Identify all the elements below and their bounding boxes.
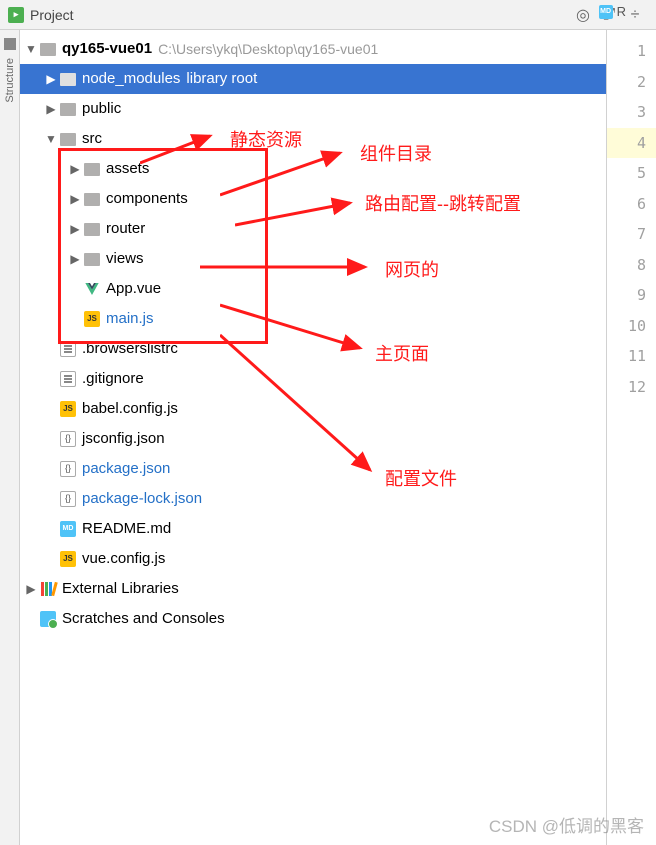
json-icon: {} xyxy=(60,491,76,507)
tree-label: Scratches and Consoles xyxy=(62,608,225,631)
tree-label: .gitignore xyxy=(82,368,144,391)
editor-tab[interactable]: MD R xyxy=(599,4,626,19)
tree-label: babel.config.js xyxy=(82,398,178,421)
tree-external-libraries[interactable]: ▶ External Libraries xyxy=(20,574,606,604)
rail-marker-icon xyxy=(4,38,16,50)
line-number: 1 xyxy=(607,36,656,67)
tree-label: README.md xyxy=(82,518,171,541)
line-number: 9 xyxy=(607,280,656,311)
tree-label: External Libraries xyxy=(62,578,179,601)
json-icon: {} xyxy=(60,461,76,477)
tree-file-vue-config[interactable]: JS vue.config.js xyxy=(20,544,606,574)
tree-label: views xyxy=(106,248,144,271)
vue-icon xyxy=(84,281,100,297)
chevron-right-icon[interactable]: ▶ xyxy=(68,220,82,238)
line-number: 5 xyxy=(607,158,656,189)
folder-icon xyxy=(84,193,100,206)
text-file-icon xyxy=(60,371,76,387)
folder-icon xyxy=(60,133,76,146)
line-number: 6 xyxy=(607,189,656,220)
folder-icon xyxy=(60,73,76,86)
chevron-right-icon[interactable]: ▶ xyxy=(44,70,58,88)
left-rail: Structure xyxy=(0,30,20,845)
scratch-icon xyxy=(40,611,56,627)
tree-label: vue.config.js xyxy=(82,548,165,571)
tree-folder-src[interactable]: ▼ src xyxy=(20,124,606,154)
folder-icon xyxy=(84,253,100,266)
line-number: 4 xyxy=(607,128,656,159)
tree-label: package.json xyxy=(82,458,170,481)
folder-icon xyxy=(84,223,100,236)
tree-file-package-json[interactable]: {} package.json xyxy=(20,454,606,484)
tree-file-main-js[interactable]: JS main.js xyxy=(20,304,606,334)
chevron-right-icon[interactable]: ▶ xyxy=(24,580,38,598)
js-icon: JS xyxy=(84,311,100,327)
tree-label: main.js xyxy=(106,308,154,331)
line-number: 8 xyxy=(607,250,656,281)
editor-gutter: 1 2 3 4 5 6 7 8 9 10 11 12 xyxy=(606,30,656,845)
tree-label: public xyxy=(82,98,121,121)
tree-path: C:\Users\ykq\Desktop\qy165-vue01 xyxy=(158,39,378,60)
line-number: 3 xyxy=(607,97,656,128)
line-number: 10 xyxy=(607,311,656,342)
js-icon: JS xyxy=(60,401,76,417)
folder-icon xyxy=(84,163,100,176)
tree-label: src xyxy=(82,128,102,151)
chevron-right-icon[interactable]: ▶ xyxy=(44,100,58,118)
line-number: 12 xyxy=(607,372,656,403)
chevron-down-icon[interactable]: ▼ xyxy=(24,40,38,58)
tree-scratches[interactable]: Scratches and Consoles xyxy=(20,604,606,634)
folder-icon xyxy=(60,103,76,116)
tree-file-app-vue[interactable]: App.vue xyxy=(20,274,606,304)
folder-icon xyxy=(40,43,56,56)
tree-suffix: library root xyxy=(186,68,257,91)
tree-file-jsconfig[interactable]: {} jsconfig.json xyxy=(20,424,606,454)
tree-label: jsconfig.json xyxy=(82,428,165,451)
line-number: 2 xyxy=(607,67,656,98)
tree-file-package-lock[interactable]: {} package-lock.json xyxy=(20,484,606,514)
tree-folder-views[interactable]: ▶ views xyxy=(20,244,606,274)
tree-folder-components[interactable]: ▶ components xyxy=(20,184,606,214)
project-tab-label[interactable]: Project xyxy=(30,7,74,23)
text-file-icon xyxy=(60,341,76,357)
tree-label: App.vue xyxy=(106,278,161,301)
tree-file-readme[interactable]: MD README.md xyxy=(20,514,606,544)
chevron-right-icon[interactable]: ▶ xyxy=(68,190,82,208)
json-icon: {} xyxy=(60,431,76,447)
markdown-icon: MD xyxy=(60,521,76,537)
tree-root[interactable]: ▼ qy165-vue01 C:\Users\ykq\Desktop\qy165… xyxy=(20,34,606,64)
tree-label: .browserslistrc xyxy=(82,338,178,361)
tree-label: components xyxy=(106,188,188,211)
tree-label: node_modules xyxy=(82,68,180,91)
rail-structure-label[interactable]: Structure xyxy=(4,58,16,103)
js-icon: JS xyxy=(60,551,76,567)
tree-folder-public[interactable]: ▶ public xyxy=(20,94,606,124)
editor-tab-label: R xyxy=(617,4,626,19)
chevron-right-icon[interactable]: ▶ xyxy=(68,160,82,178)
tree-file-gitignore[interactable]: .gitignore xyxy=(20,364,606,394)
project-tab-icon: ▸ xyxy=(8,7,24,23)
watermark: CSDN @低调的黑客 xyxy=(489,812,644,837)
top-toolbar: ▸ Project ◎ ⤢ ÷ xyxy=(0,0,656,30)
markdown-icon: MD xyxy=(599,5,613,19)
tree-label: package-lock.json xyxy=(82,488,202,511)
target-icon[interactable]: ◎ xyxy=(573,5,593,25)
tree-file-babel-config[interactable]: JS babel.config.js xyxy=(20,394,606,424)
collapse-icon[interactable]: ÷ xyxy=(625,5,645,25)
tree-folder-router[interactable]: ▶ router xyxy=(20,214,606,244)
project-tree[interactable]: ▼ qy165-vue01 C:\Users\ykq\Desktop\qy165… xyxy=(20,30,606,638)
tree-file-browserslistrc[interactable]: .browserslistrc xyxy=(20,334,606,364)
tree-label: qy165-vue01 xyxy=(62,38,152,61)
chevron-right-icon[interactable]: ▶ xyxy=(68,250,82,268)
chevron-down-icon[interactable]: ▼ xyxy=(44,130,58,148)
tree-label: router xyxy=(106,218,145,241)
project-tree-panel: ▼ qy165-vue01 C:\Users\ykq\Desktop\qy165… xyxy=(20,30,606,845)
library-icon xyxy=(41,582,56,596)
tree-node-modules[interactable]: ▶ node_modules library root xyxy=(20,64,606,94)
tree-folder-assets[interactable]: ▶ assets xyxy=(20,154,606,184)
tree-label: assets xyxy=(106,158,149,181)
line-number: 11 xyxy=(607,341,656,372)
line-number: 7 xyxy=(607,219,656,250)
